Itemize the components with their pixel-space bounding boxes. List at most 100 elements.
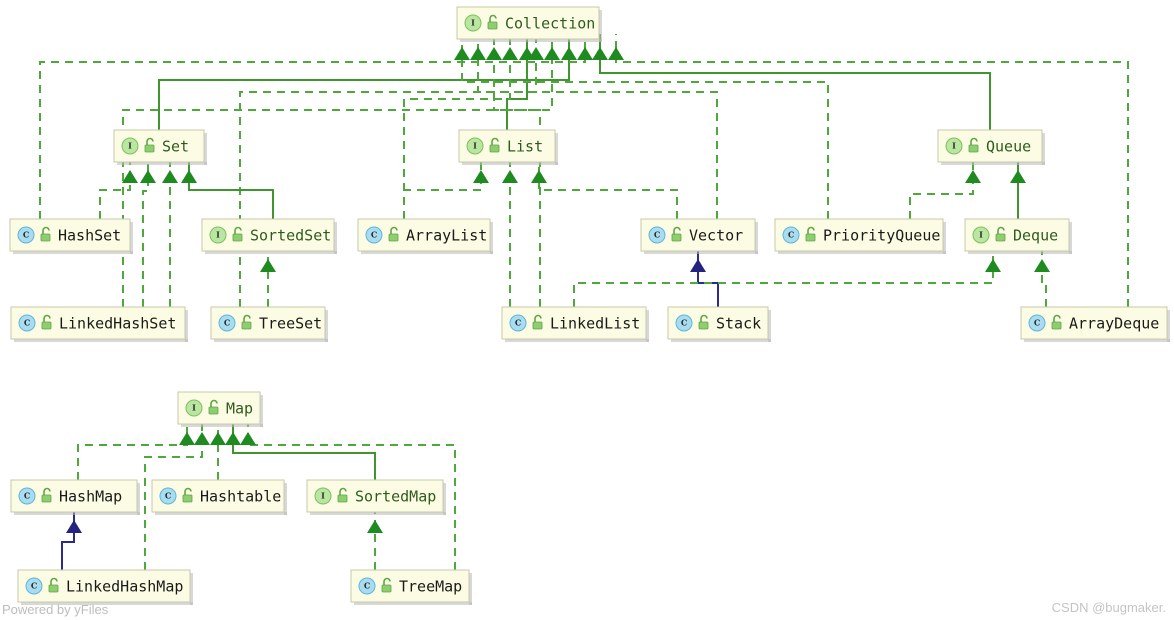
badge-letter: I	[979, 230, 983, 240]
edge-path	[1041, 246, 1047, 307]
edge-path	[538, 157, 678, 219]
edge-priorityqueue-to-queue	[909, 157, 981, 219]
node-label: LinkedHashMap	[66, 578, 183, 596]
node-label: Set	[162, 138, 189, 156]
edge-path	[697, 246, 719, 307]
badge-letter: C	[165, 491, 171, 501]
edge-arrowhead	[473, 170, 489, 183]
badge-letter: C	[364, 581, 370, 591]
node-stack[interactable]: C Stack	[667, 306, 771, 342]
edge-arrowhead	[544, 47, 560, 60]
edge-path	[61, 507, 75, 570]
edge-path	[403, 157, 482, 219]
edge-arrowhead	[985, 259, 1001, 272]
badge-letter: C	[1034, 318, 1040, 328]
edge-vector-to-list	[531, 157, 678, 219]
edge-arrowhead	[531, 170, 547, 183]
node-linkedhashmap[interactable]: C LinkedHashMap	[17, 569, 193, 605]
node-label: SortedSet	[250, 227, 331, 245]
edge-linkedhashset-to-set	[140, 157, 156, 307]
edge-arraylist-to-list	[403, 157, 489, 219]
edge-path	[122, 34, 553, 307]
badge-letter: C	[788, 230, 794, 240]
node-map[interactable]: I Map	[177, 391, 263, 427]
badge-letter: I	[321, 491, 325, 501]
edge-arrowhead	[965, 170, 981, 183]
node-list[interactable]: I List	[458, 129, 558, 165]
node-label: Queue	[986, 138, 1031, 156]
badge-letter: C	[654, 230, 660, 240]
node-hashmap[interactable]: C HashMap	[10, 479, 140, 515]
node-vector[interactable]: C Vector	[640, 218, 758, 254]
edge-treemap-to-sortedmap	[367, 507, 383, 570]
edge-arrowhead	[122, 170, 138, 183]
node-label: ArrayList	[406, 227, 487, 245]
edge-linkedlist-to-deque	[573, 246, 1001, 307]
node-hashset[interactable]: C HashSet	[9, 218, 133, 254]
node-hashtable[interactable]: C Hashtable	[151, 479, 287, 515]
node-label: LinkedList	[550, 315, 640, 333]
edge-arrowhead	[502, 170, 518, 183]
edge-hashtable-to-map	[210, 419, 226, 480]
badge-letter: C	[24, 318, 30, 328]
node-arraylist[interactable]: C ArrayList	[357, 218, 493, 254]
edge-arrowhead	[240, 432, 256, 445]
edge-arrowhead	[1034, 259, 1050, 272]
node-label: Collection	[505, 15, 595, 33]
edge-arrowhead	[210, 432, 226, 445]
badge-letter: C	[24, 491, 30, 501]
edge-linkedlist-to-list	[502, 157, 518, 307]
edge-arrowhead	[454, 47, 470, 60]
node-linkedlist[interactable]: C LinkedList	[501, 306, 649, 342]
edge-path	[573, 246, 994, 307]
node-label: Stack	[716, 315, 761, 333]
badge-letter: I	[192, 403, 196, 413]
edge-path	[493, 34, 541, 307]
node-label: Hashtable	[200, 488, 281, 506]
edge-arrowhead	[561, 47, 577, 60]
edge-arrowhead	[592, 47, 608, 60]
node-label: Vector	[689, 227, 743, 245]
node-sortedset[interactable]: I SortedSet	[201, 218, 337, 254]
node-treemap[interactable]: C TreeMap	[350, 569, 472, 605]
node-queue[interactable]: I Queue	[937, 129, 1045, 165]
node-layer: I Collection I Set I List I Queue C HashSet I Sorte…	[9, 6, 1170, 605]
edge-path	[232, 419, 376, 480]
edge-arrowhead	[486, 47, 502, 60]
edge-arrowhead	[66, 520, 82, 533]
edge-path	[239, 34, 537, 307]
edge-hashset-to-set	[99, 157, 138, 219]
edge-arrowhead	[608, 47, 624, 60]
node-sortedmap[interactable]: I SortedMap	[306, 479, 446, 515]
edge-hashmap-to-map	[77, 419, 195, 480]
edge-path	[39, 34, 586, 219]
edge-arrowhead	[470, 47, 486, 60]
uml-class-diagram: I Collection I Set I List I Queue C HashSet I Sorte…	[9, 6, 1170, 605]
badge-letter: C	[681, 318, 687, 328]
node-label: ArrayDeque	[1069, 315, 1159, 333]
node-treeset[interactable]: C TreeSet	[210, 306, 328, 342]
edge-arrowhead	[225, 432, 241, 445]
edge-arrowhead	[502, 47, 518, 60]
edge-deque-to-queue	[1010, 157, 1026, 219]
badge-letter: I	[216, 230, 220, 240]
node-arraydeque[interactable]: C ArrayDeque	[1020, 306, 1170, 342]
edge-stack-to-vector	[690, 246, 719, 307]
node-label: HashSet	[58, 227, 121, 245]
badge-letter: C	[31, 581, 37, 591]
node-label: SortedMap	[355, 488, 436, 506]
edge-sortedmap-to-map	[225, 419, 376, 480]
node-collection[interactable]: I Collection	[456, 6, 602, 42]
node-set[interactable]: I Set	[113, 129, 207, 165]
node-linkedhashset[interactable]: C LinkedHashSet	[10, 306, 188, 342]
edge-arrowhead	[1010, 170, 1026, 183]
node-deque[interactable]: I Deque	[964, 218, 1072, 254]
edge-arrowhead	[179, 432, 195, 445]
edge-arraydeque-to-deque	[1034, 246, 1050, 307]
edge-linkedlist-to-collection	[486, 34, 541, 307]
node-priorityqueue[interactable]: C PriorityQueue	[774, 218, 946, 254]
badge-letter: C	[224, 318, 230, 328]
yfiles-watermark: Powered by yFiles	[2, 602, 109, 617]
node-label: PriorityQueue	[823, 227, 940, 245]
badge-letter: I	[471, 18, 475, 28]
